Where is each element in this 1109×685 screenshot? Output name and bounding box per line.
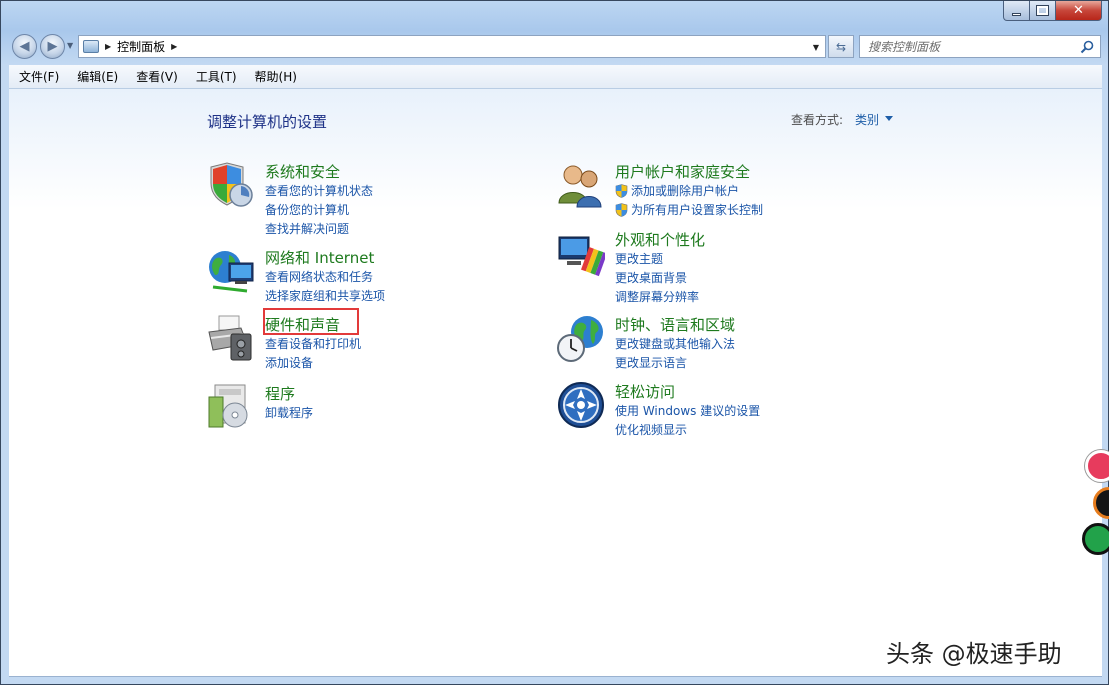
category-link-label: 添加或删除用户帐户 <box>631 184 740 198</box>
view-by-label: 查看方式: <box>791 113 844 127</box>
category-user-accounts: 用户帐户和家庭安全 添加或删除用户帐户 为所有用户设置家长控制 <box>557 161 837 218</box>
content-pane: 调整计算机的设置 查看方式: 类别 系统和安全 查看您的计算机状态 备份您的计算… <box>9 89 1102 677</box>
breadcrumb-separator-icon[interactable]: ▶ <box>171 42 177 51</box>
minimize-icon <box>1012 12 1021 16</box>
menu-edit[interactable]: 编辑(E) <box>67 68 126 85</box>
breadcrumb-control-panel[interactable]: 控制面板 <box>117 38 165 55</box>
category-title[interactable]: 程序 <box>265 383 295 404</box>
navigation-row: ◀ ▶ ▼ ▶ 控制面板 ▶ ▼ ⇆ <box>1 31 1108 63</box>
category-title[interactable]: 轻松访问 <box>615 381 675 402</box>
category-title[interactable]: 用户帐户和家庭安全 <box>615 161 750 182</box>
menu-tools[interactable]: 工具(T) <box>186 68 245 85</box>
category-link[interactable]: 添加设备 <box>265 354 313 371</box>
category-ease-of-access: 轻松访问 使用 Windows 建议的设置 优化视频显示 <box>557 381 837 438</box>
page-title: 调整计算机的设置 <box>207 113 328 131</box>
view-by-dropdown[interactable]: 类别 <box>855 111 879 128</box>
floating-widget-red[interactable] <box>1085 450 1109 482</box>
ease-of-access-icon[interactable] <box>557 381 605 429</box>
address-dropdown-icon[interactable]: ▼ <box>809 39 823 55</box>
close-icon: ✕ <box>1073 3 1084 18</box>
category-link[interactable]: 备份您的计算机 <box>265 201 349 218</box>
menu-view[interactable]: 查看(V) <box>126 68 186 85</box>
category-link[interactable]: 更改显示语言 <box>615 354 687 371</box>
category-link[interactable]: 为所有用户设置家长控制 <box>615 201 763 218</box>
menu-help[interactable]: 帮助(H) <box>245 68 305 85</box>
category-title[interactable]: 网络和 Internet <box>265 247 374 268</box>
maximize-icon <box>1036 5 1049 16</box>
arrow-right-icon: ▶ <box>47 39 58 54</box>
category-title[interactable]: 外观和个性化 <box>615 229 705 250</box>
category-link[interactable]: 调整屏幕分辨率 <box>615 288 699 305</box>
category-appearance: 外观和个性化 更改主题 更改桌面背景 调整屏幕分辨率 <box>557 229 837 304</box>
refresh-button[interactable]: ⇆ <box>828 35 854 58</box>
watermark: 头条 @极速手助 <box>886 640 1062 668</box>
users-icon[interactable] <box>557 161 605 209</box>
forward-button[interactable]: ▶ <box>40 34 65 59</box>
minimize-button[interactable] <box>1003 1 1030 21</box>
close-button[interactable]: ✕ <box>1056 1 1102 21</box>
category-link-label: 为所有用户设置家长控制 <box>631 203 764 217</box>
category-link[interactable]: 更改键盘或其他输入法 <box>615 335 735 352</box>
back-button[interactable]: ◀ <box>12 34 37 59</box>
recent-pages-dropdown-icon[interactable]: ▼ <box>67 41 73 50</box>
category-link[interactable]: 查看网络状态和任务 <box>265 268 373 285</box>
arrow-left-icon: ◀ <box>19 39 30 54</box>
category-programs: 程序 卸载程序 <box>207 383 467 435</box>
appearance-monitor-icon[interactable] <box>557 229 605 277</box>
category-link[interactable]: 查找并解决问题 <box>265 220 349 237</box>
search-icon[interactable] <box>1080 40 1094 54</box>
category-title[interactable]: 时钟、语言和区域 <box>615 314 735 335</box>
menu-bar: 文件(F) 编辑(E) 查看(V) 工具(T) 帮助(H) <box>9 65 1102 89</box>
floating-widget-green[interactable] <box>1082 523 1109 555</box>
chevron-down-icon[interactable] <box>885 116 893 121</box>
search-box[interactable] <box>859 35 1101 58</box>
search-input[interactable] <box>868 37 1078 56</box>
category-link[interactable]: 卸载程序 <box>265 404 313 421</box>
category-clock-language-region: 时钟、语言和区域 更改键盘或其他输入法 更改显示语言 <box>557 314 837 371</box>
control-panel-icon <box>83 40 99 53</box>
clock-globe-icon[interactable] <box>557 314 605 362</box>
category-network: 网络和 Internet 查看网络状态和任务 选择家庭组和共享选项 <box>207 247 467 307</box>
shield-icon[interactable] <box>207 161 255 209</box>
category-title[interactable]: 系统和安全 <box>265 161 340 182</box>
category-link[interactable]: 使用 Windows 建议的设置 <box>615 402 760 419</box>
maximize-button[interactable] <box>1030 1 1056 21</box>
address-bar[interactable]: ▶ 控制面板 ▶ ▼ <box>78 35 826 58</box>
network-globe-icon[interactable] <box>207 247 255 295</box>
refresh-icon: ⇆ <box>835 39 847 54</box>
highlight-annotation <box>263 308 359 335</box>
category-link[interactable]: 更改桌面背景 <box>615 269 687 286</box>
category-link[interactable]: 查看您的计算机状态 <box>265 182 373 199</box>
category-link[interactable]: 更改主题 <box>615 250 663 267</box>
category-system-security: 系统和安全 查看您的计算机状态 备份您的计算机 查找并解决问题 <box>207 161 467 236</box>
content-header-background <box>9 89 1102 209</box>
control-panel-window: ✕ ◀ ▶ ▼ ▶ 控制面板 ▶ ▼ ⇆ 文件(F) 编辑(E) 查看(V) 工… <box>0 0 1109 685</box>
menu-file[interactable]: 文件(F) <box>9 68 67 85</box>
breadcrumb-separator-icon[interactable]: ▶ <box>105 42 111 51</box>
caption-buttons: ✕ <box>1003 1 1102 21</box>
category-link[interactable]: 查看设备和打印机 <box>265 335 361 352</box>
uac-shield-icon <box>615 202 628 217</box>
category-link[interactable]: 选择家庭组和共享选项 <box>265 287 385 304</box>
category-link[interactable]: 优化视频显示 <box>615 421 687 438</box>
title-bar[interactable]: ✕ <box>1 1 1108 29</box>
uac-shield-icon <box>615 183 628 198</box>
printer-speaker-icon[interactable] <box>207 314 255 362</box>
programs-icon[interactable] <box>207 383 255 431</box>
category-link[interactable]: 添加或删除用户帐户 <box>615 182 739 199</box>
